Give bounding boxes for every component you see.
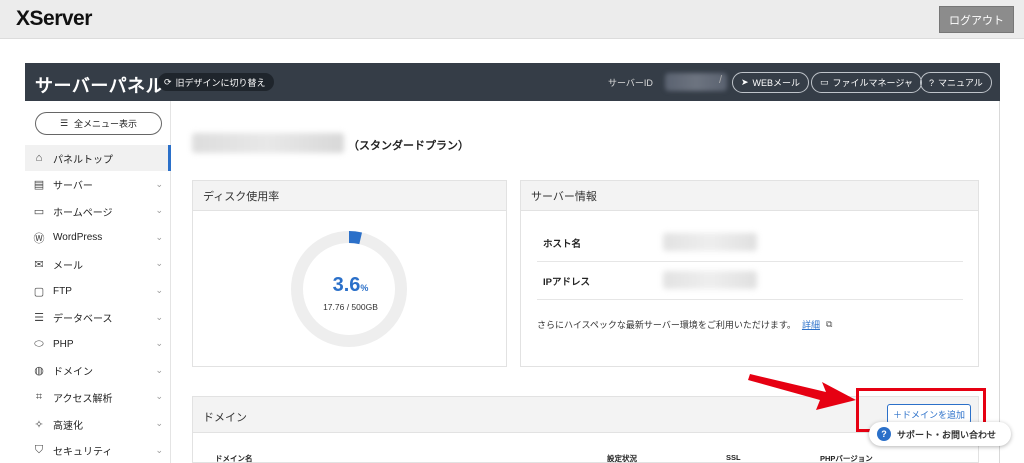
chevron-down-icon: ⌄ [155,311,163,322]
plan-label: （スタンダードプラン） [348,140,469,152]
server-info-title: サーバー情報 [521,181,978,211]
sidebar-item[interactable]: ✉ メール ⌄ [25,251,171,277]
old-design-toggle[interactable]: ⟳ 旧デザインに切り替え [158,73,274,91]
ip-address-row: IPアドレス [537,262,963,300]
disk-percent: 3.6% [332,274,369,296]
sidebar-item-label: ホームページ [53,207,113,219]
chevron-down-icon: ⌄ [155,178,163,189]
sidebar-item[interactable]: ▢ FTP ⌄ [25,278,171,304]
server-id-redacted [665,73,727,91]
folder-icon: ▭ [820,77,829,87]
sidebar-item[interactable]: ☰ データベース ⌄ [25,305,171,331]
plan-name-redacted [192,133,344,153]
spec-text: さらにハイスペックな最新サーバー環境をご利用いただけます。 [537,320,796,330]
host-name-row: ホスト名 [537,224,963,262]
refresh-icon: ⟳ [164,76,172,87]
php-icon: ⬭ [34,337,44,350]
webmail-button[interactable]: ➤ WEBメール [732,72,810,93]
sidebar-item-label: アクセス解析 [53,393,113,405]
panel-title: サーバーパネル [35,76,165,96]
manual-button[interactable]: ? マニュアル [920,72,992,93]
ip-address-redacted [663,271,757,289]
all-menu-label: 全メニュー表示 [74,119,138,129]
wordpress-icon: Ⓦ [33,232,45,245]
file-manager-button[interactable]: ▭ ファイルマネージャ [811,72,922,93]
top-bar: XServer ログアウト [0,0,1024,39]
column-domain-name: ドメイン名 [215,454,253,463]
database-icon: ☰ [34,312,44,325]
server-info-card: サーバー情報 ホスト名 IPアドレス さらにハイスペックな最新サーバー環境をご利… [520,180,979,367]
sidebar-item[interactable]: ⛉ セキュリティ ⌄ [25,438,171,463]
chevron-down-icon: ⌄ [155,418,163,428]
sidebar: ☰ 全メニュー表示 ⌂ パネルトップ ▤ サーバー ⌄ ▭ ホームページ ⌄ Ⓦ WordPres… [25,101,171,463]
sidebar-item[interactable]: ◍ ドメイン ⌄ [25,358,171,384]
chevron-down-icon: ⌄ [155,364,163,375]
all-menu-button[interactable]: ☰ 全メニュー表示 [35,112,162,135]
monitor-icon: ▢ [33,285,45,298]
rocket-icon: ✧ [34,418,44,431]
panel-header: サーバーパネル ⟳ 旧デザインに切り替え サーバーID / ➤ WEBメール ▭… [25,63,1000,101]
sidebar-item[interactable]: ⬭ PHP ⌄ [25,331,171,357]
sidebar-item[interactable]: ✧ 高速化 ⌄ [25,411,171,437]
column-ssl: SSL [726,453,741,462]
spec-notice: さらにハイスペックな最新サーバー環境をご利用いただけます。 詳細 ⧉ [537,318,832,331]
support-button[interactable]: ? サポート・お問い合わせ [869,422,1011,446]
sidebar-item-label: FTP [53,285,72,297]
question-icon: ? [929,77,935,88]
paper-plane-icon: ➤ [741,77,749,87]
chevron-down-icon: ⌄ [155,231,163,242]
sidebar-item-label: ドメイン [53,367,93,379]
mail-icon: ✉ [34,258,44,271]
chart-icon: ⌗ [35,390,43,403]
chevron-down-icon: ⌄ [155,258,163,269]
sidebar-item-label: PHP [53,338,74,350]
sidebar-item[interactable]: ▤ サーバー ⌄ [25,172,171,198]
webmail-label: WEBメール [752,78,801,88]
server-icon: ▤ [33,179,45,192]
file-manager-label: ファイルマネージャ [832,78,913,88]
disk-usage-title: ディスク使用率 [193,181,506,211]
help-icon: ? [877,427,891,441]
detail-link[interactable]: 詳細 [802,318,820,331]
arrow-annotation-icon [748,374,856,410]
disk-usage-text: 17.76 / 500GB [323,302,378,312]
column-php-version: PHPバージョン [820,454,873,463]
host-name-label: ホスト名 [543,238,582,250]
support-label: サポート・お問い合わせ [897,429,997,440]
sidebar-item[interactable]: ⌗ アクセス解析 ⌄ [25,384,171,410]
chevron-down-icon: ⌄ [155,444,163,455]
sidebar-item-label: メール [53,260,83,272]
sidebar-item[interactable]: Ⓦ WordPress ⌄ [25,225,171,251]
chevron-down-icon: ⌄ [155,285,163,295]
domain-title: ドメイン [203,412,247,424]
chevron-down-icon: ⌄ [155,205,163,216]
chevron-down-icon: ⌄ [155,338,163,349]
manual-label: マニュアル [938,78,983,88]
logout-button[interactable]: ログアウト [939,6,1014,33]
server-id-label: サーバーID [608,78,653,88]
hamburger-icon: ☰ [59,118,69,128]
column-status: 設定状況 [607,454,637,463]
sidebar-item-label: 高速化 [53,420,83,432]
host-name-redacted [663,233,757,251]
shield-icon: ⛉ [34,444,44,457]
sidebar-item-label: サーバー [53,181,93,193]
ip-address-label: IPアドレス [543,276,590,288]
sidebar-item-label: セキュリティ [53,447,113,459]
sidebar-item[interactable]: ▭ ホームページ ⌄ [25,198,171,224]
sidebar-item-label: WordPress [53,232,103,244]
sidebar-item-label: パネルトップ [53,154,113,166]
browser-icon: ▭ [33,205,45,218]
sidebar-item-label: データベース [53,314,113,326]
xserver-logo[interactable]: XServer [16,7,92,31]
home-icon: ⌂ [35,152,43,164]
chevron-down-icon: ⌄ [155,391,163,402]
globe-icon: ◍ [34,365,44,378]
external-link-icon: ⧉ [825,319,833,329]
old-design-label: 旧デザインに切り替え [175,77,266,88]
disk-usage-card: ディスク使用率 3.6% 17.76 / 500GB [192,180,507,367]
divider: / [719,74,723,86]
sidebar-item[interactable]: ⌂ パネルトップ [25,145,171,171]
